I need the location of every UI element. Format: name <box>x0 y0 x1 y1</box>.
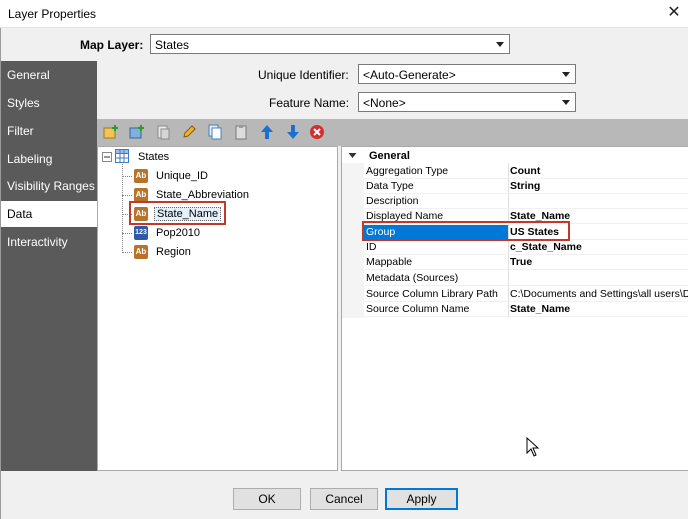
table-row[interactable]: Description <box>364 194 688 209</box>
number-field-icon: 123 <box>134 226 148 240</box>
window-title: Layer Properties <box>8 7 97 21</box>
text-field-icon: Ab <box>134 169 148 183</box>
property-value: Count <box>510 165 541 177</box>
cancel-button[interactable]: Cancel <box>310 488 378 510</box>
table-row[interactable]: Data Type String <box>364 179 688 194</box>
table-row[interactable]: Source Column Library Path C:\Documents a… <box>364 287 688 302</box>
property-value: C:\Documents and Settings\all users\Do <box>510 288 688 300</box>
property-key: Mappable <box>366 256 413 268</box>
property-value: String <box>510 180 541 192</box>
sidebar-item-labeling[interactable]: Labeling <box>1 146 97 172</box>
tree-item-label: Region <box>156 246 191 258</box>
property-key: ID <box>366 241 377 253</box>
mouse-cursor-icon <box>526 437 540 457</box>
sidebar-item-label: Visibility Ranges <box>7 179 95 193</box>
unique-identifier-label: Unique Identifier: <box>258 68 349 82</box>
tree-connector <box>122 233 132 234</box>
chevron-down-icon <box>559 95 573 109</box>
duplicate-icon[interactable] <box>207 124 223 140</box>
chevron-down-icon <box>559 67 573 81</box>
sidebar-item-general[interactable]: General <box>1 62 97 88</box>
property-value: c_State_Name <box>510 241 582 253</box>
tree-connector <box>122 252 132 253</box>
grid-gutter <box>342 163 364 318</box>
sidebar-item-visibility-ranges[interactable]: Visibility Ranges <box>1 173 97 199</box>
feature-name-label: Feature Name: <box>269 96 350 110</box>
sidebar-item-data[interactable]: Data <box>1 201 97 227</box>
table-icon <box>115 149 129 163</box>
sidebar: General Styles Filter Labeling Visibilit… <box>1 61 97 471</box>
feature-name-select[interactable]: <None> <box>358 92 576 112</box>
property-key: Source Column Name <box>366 303 470 315</box>
property-key: Description <box>366 195 419 207</box>
table-row[interactable]: Mappable True <box>364 255 688 270</box>
sidebar-item-label: Interactivity <box>7 235 68 249</box>
sidebar-item-label: Labeling <box>7 152 53 166</box>
property-key: Aggregation Type <box>366 165 449 177</box>
property-value: State_Name <box>510 303 571 315</box>
feature-name-value: <None> <box>363 96 406 110</box>
ok-button[interactable]: OK <box>233 488 301 510</box>
tree-item-label: Unique_ID <box>156 170 208 182</box>
field-tree: States Ab Unique_ID Ab State_Abbreviatio… <box>97 146 338 471</box>
copy-icon[interactable] <box>155 124 171 140</box>
table-row[interactable]: Aggregation Type Count <box>364 164 688 179</box>
tree-connector <box>122 176 132 177</box>
highlight-box <box>362 221 570 241</box>
delete-icon[interactable] <box>309 124 325 140</box>
move-down-icon[interactable] <box>285 124 301 140</box>
tree-root-label[interactable]: States <box>138 151 169 163</box>
section-header: General <box>369 150 410 162</box>
tree-item-label: State_Abbreviation <box>156 189 249 201</box>
add-column-icon[interactable] <box>103 124 119 140</box>
data-tab-header: Unique Identifier: <Auto-Generate> Featu… <box>97 61 688 119</box>
sidebar-item-label: Filter <box>7 124 34 138</box>
map-layer-label: Map Layer: <box>80 38 144 52</box>
table-row[interactable]: Metadata (Sources) <box>364 271 688 286</box>
close-icon[interactable]: ✕ <box>664 3 684 23</box>
title-bar: Layer Properties ✕ <box>0 0 688 28</box>
tree-item-label: Pop2010 <box>156 227 201 239</box>
sidebar-item-filter[interactable]: Filter <box>1 118 97 144</box>
sidebar-item-interactivity[interactable]: Interactivity <box>1 229 97 255</box>
sidebar-item-label: Data <box>7 207 33 221</box>
tree-connector <box>122 195 132 196</box>
table-row[interactable]: Source Column Name State_Name <box>364 302 688 317</box>
property-value: True <box>510 256 533 268</box>
edit-icon[interactable] <box>181 124 197 140</box>
apply-button[interactable]: Apply <box>385 488 458 510</box>
move-up-icon[interactable] <box>259 124 275 140</box>
chevron-down-icon <box>493 37 507 51</box>
map-layer-select[interactable]: States <box>150 34 510 54</box>
property-key: Source Column Library Path <box>366 288 498 300</box>
text-field-icon: Ab <box>134 188 148 202</box>
paste-icon[interactable] <box>233 124 249 140</box>
map-layer-value: States <box>155 38 190 52</box>
columns-toolbar <box>97 119 688 146</box>
property-key: Metadata (Sources) <box>366 272 459 284</box>
add-calculated-column-icon[interactable] <box>129 124 145 140</box>
text-field-icon: Ab <box>134 245 148 259</box>
property-grid: General Aggregation Type Count Data Type S… <box>341 146 688 471</box>
property-key: Data Type <box>366 180 414 192</box>
collapse-icon[interactable] <box>102 152 112 162</box>
sidebar-item-label: General <box>7 68 50 82</box>
table-row[interactable]: ID c_State_Name <box>364 240 688 255</box>
unique-identifier-value: <Auto-Generate> <box>363 68 456 82</box>
highlight-box <box>129 201 226 225</box>
tree-connector <box>122 164 123 253</box>
sidebar-item-styles[interactable]: Styles <box>1 90 97 116</box>
chevron-down-icon[interactable] <box>348 152 357 160</box>
sidebar-item-label: Styles <box>7 96 40 110</box>
unique-identifier-select[interactable]: <Auto-Generate> <box>358 64 576 84</box>
